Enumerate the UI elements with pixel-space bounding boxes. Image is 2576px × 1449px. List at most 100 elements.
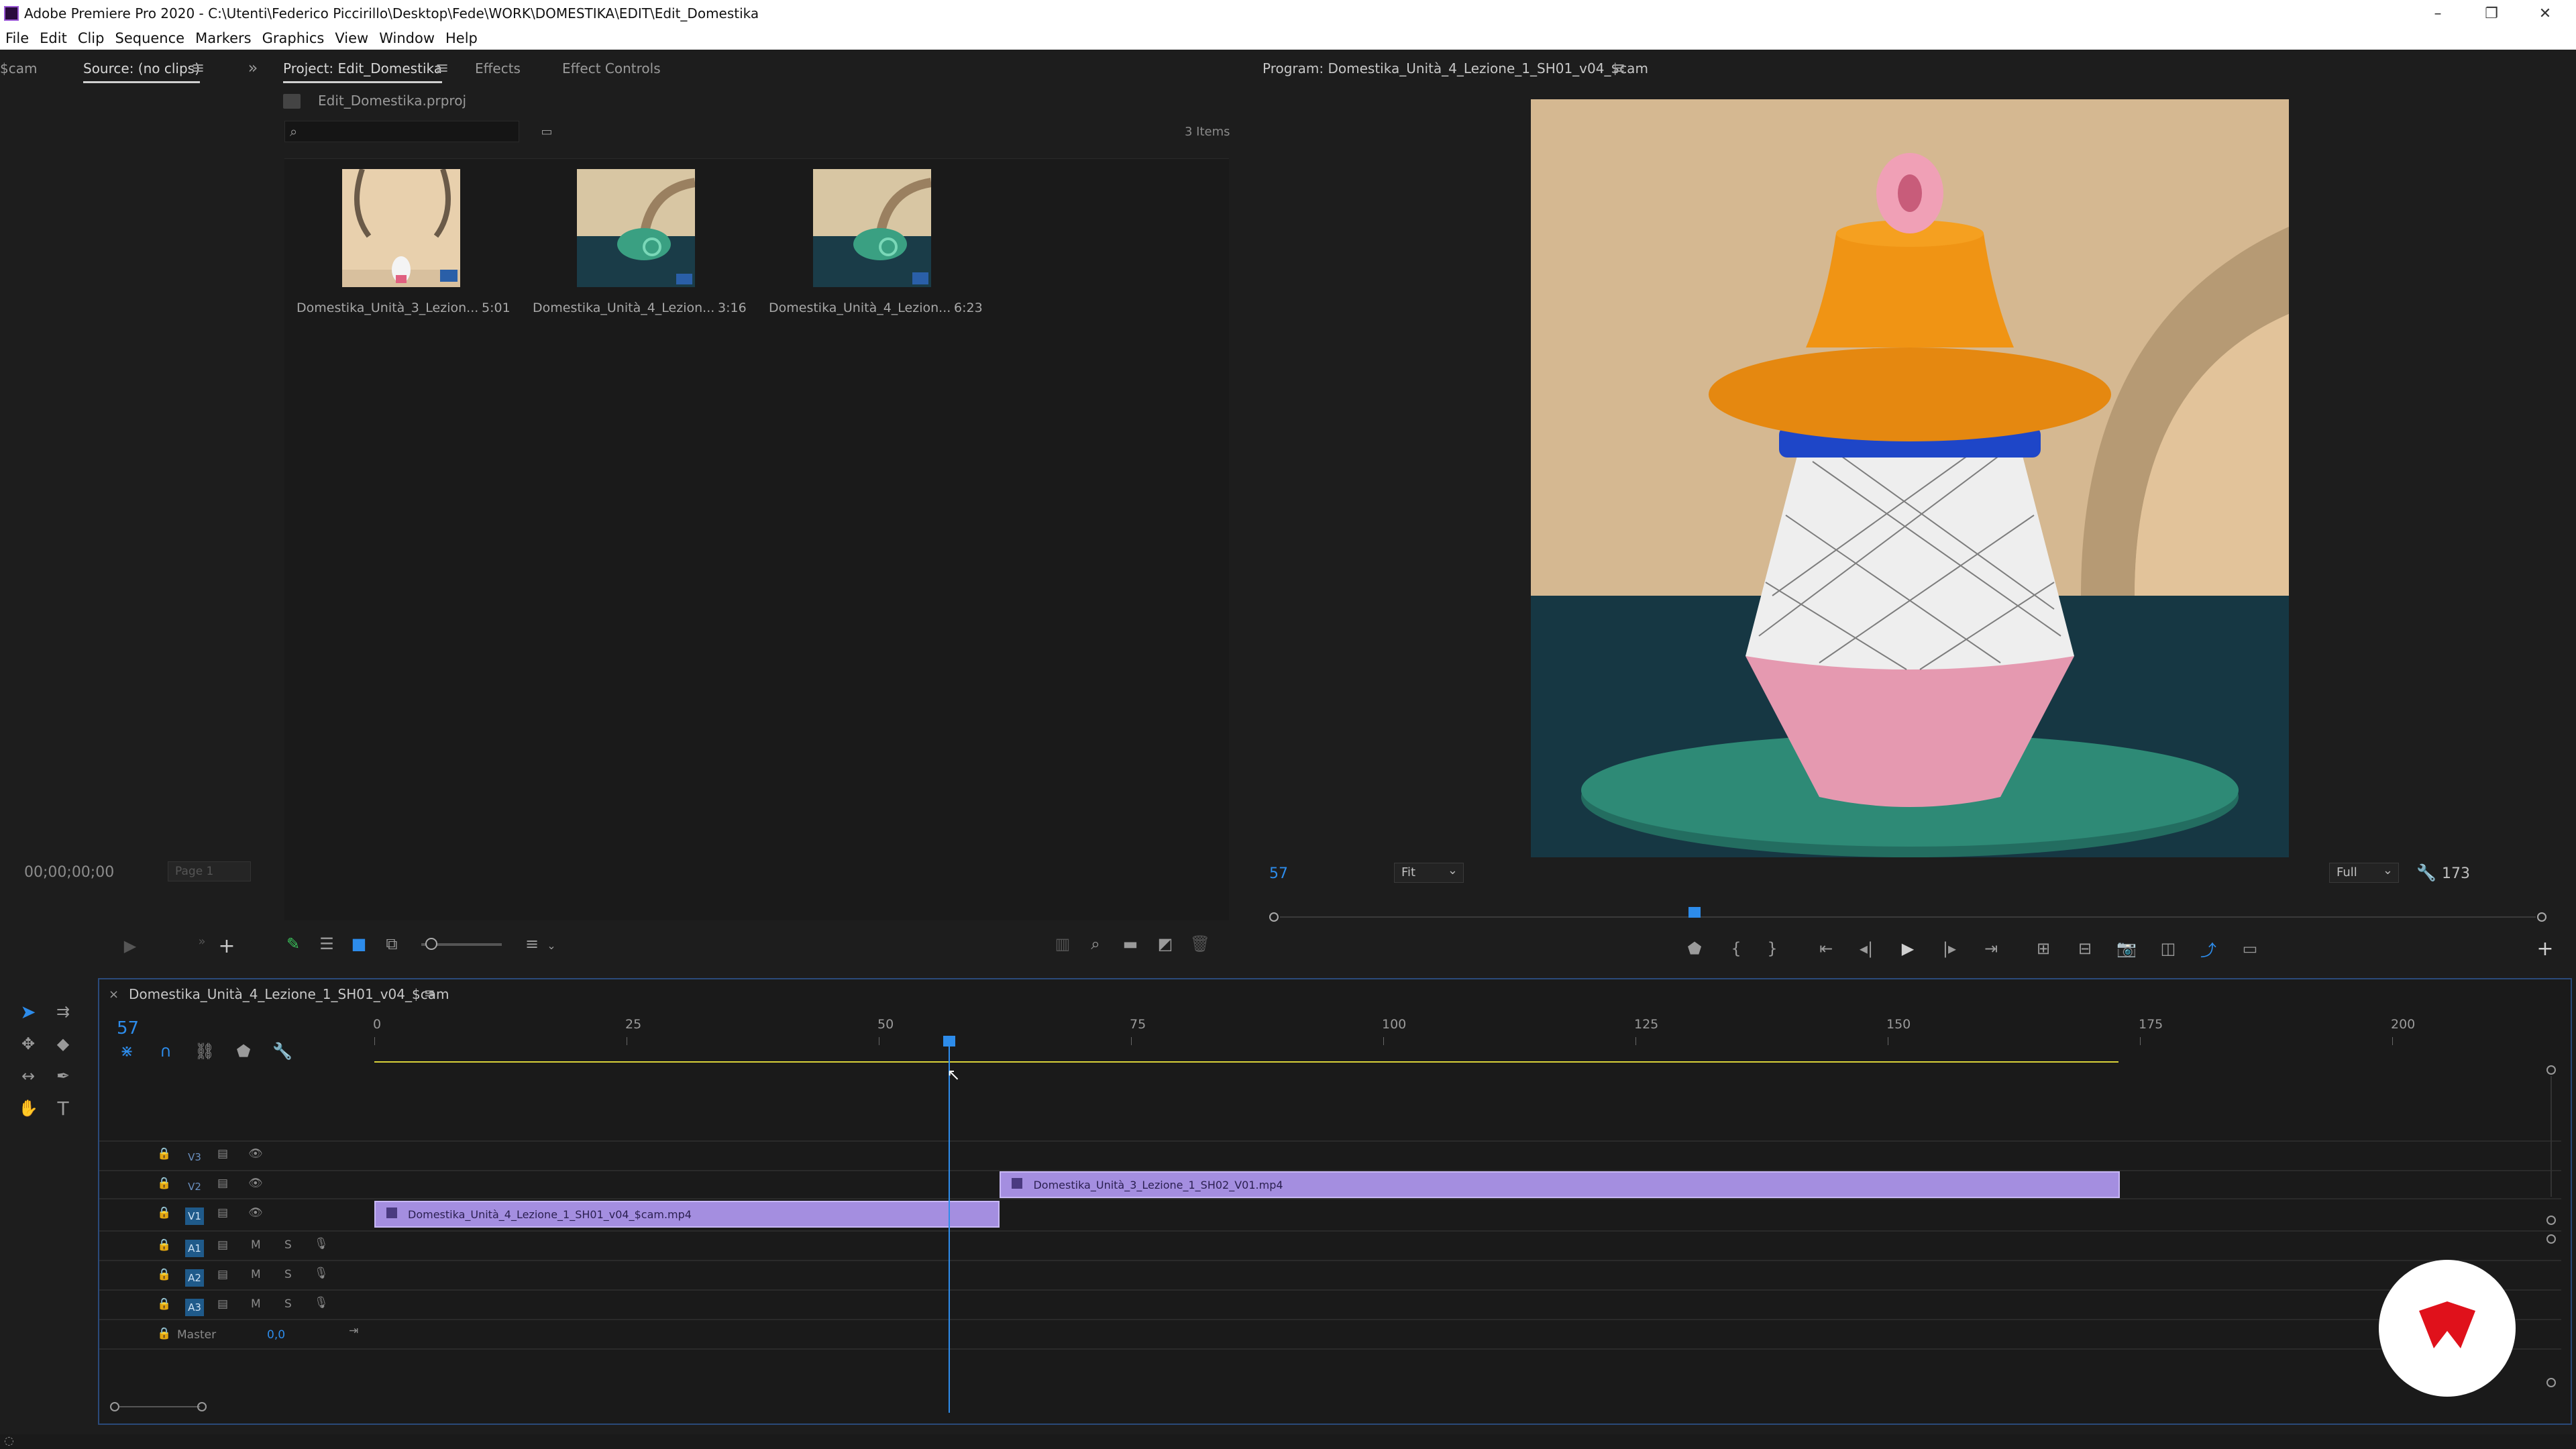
find-icon[interactable]: ⌕ bbox=[1085, 934, 1106, 954]
close-button[interactable]: ✕ bbox=[2522, 0, 2568, 27]
freeform-view-icon[interactable]: ⧉ bbox=[381, 934, 402, 954]
project-item-thumbnail[interactable] bbox=[342, 169, 460, 287]
track-label-a2[interactable]: A2 bbox=[185, 1269, 204, 1287]
panel-menu-icon[interactable]: ≡ bbox=[432, 58, 452, 77]
mic-icon[interactable]: 🎙 bbox=[314, 1237, 329, 1250]
sync-lock-icon[interactable]: ▤ bbox=[217, 1147, 228, 1161]
mute-button[interactable]: M bbox=[251, 1268, 261, 1281]
list-view-icon[interactable]: ☰ bbox=[317, 934, 337, 954]
snap-magnet-icon[interactable]: ∩ bbox=[156, 1041, 176, 1061]
track-label-a1[interactable]: A1 bbox=[185, 1240, 204, 1257]
sort-icon[interactable]: ≡ bbox=[522, 934, 542, 954]
project-item-thumbnail[interactable] bbox=[813, 169, 931, 287]
insert-icon[interactable]: ⤴ bbox=[2196, 938, 2220, 960]
go-to-in-icon[interactable]: ⇤ bbox=[1814, 938, 1838, 959]
lock-icon[interactable]: 🔒 bbox=[157, 1268, 171, 1281]
menu-file[interactable]: File bbox=[5, 30, 29, 46]
vscroll-track[interactable] bbox=[2551, 1076, 2552, 1197]
eye-icon[interactable]: 👁 bbox=[248, 1177, 263, 1190]
chevron-down-icon[interactable]: ⌄ bbox=[545, 935, 558, 955]
trash-icon[interactable]: 🗑 bbox=[1190, 934, 1210, 954]
menu-window[interactable]: Window bbox=[379, 30, 435, 46]
wrench-icon[interactable]: 🔧 bbox=[2416, 863, 2436, 883]
tab-source[interactable]: Source: (no clips) bbox=[83, 60, 200, 83]
track-label-v2[interactable]: V2 bbox=[185, 1178, 204, 1195]
wrench-icon[interactable]: 🔧 bbox=[272, 1041, 292, 1061]
add-marker-icon[interactable]: ⬟ bbox=[1684, 938, 1705, 959]
mute-button[interactable]: M bbox=[251, 1238, 261, 1252]
icon-view-icon[interactable]: ■ bbox=[349, 934, 369, 954]
go-to-out-icon[interactable]: ⇥ bbox=[1979, 938, 2003, 959]
timeline-playhead-line[interactable] bbox=[949, 1046, 951, 1413]
track-label-v1[interactable]: V1 bbox=[185, 1208, 204, 1225]
menu-view[interactable]: View bbox=[335, 30, 368, 46]
zoom-select[interactable]: Fit ⌄ bbox=[1394, 863, 1464, 883]
track-label-a3[interactable]: A3 bbox=[185, 1299, 204, 1316]
mic-icon[interactable]: 🎙 bbox=[314, 1296, 329, 1309]
program-playhead[interactable] bbox=[1688, 907, 1701, 918]
tab-effect-controls[interactable]: Effect Controls bbox=[562, 60, 661, 76]
panel-menu-icon[interactable]: ≡ bbox=[188, 58, 208, 77]
step-forward-icon[interactable]: |▸ bbox=[1937, 938, 1962, 959]
play-icon[interactable]: ▶ bbox=[1896, 938, 1920, 959]
menu-graphics[interactable]: Graphics bbox=[262, 30, 325, 46]
timeline-clip-v2[interactable]: Domestika_Unità_3_Lezione_1_SH02_V01.mp4 bbox=[1000, 1171, 2120, 1198]
pencil-icon[interactable]: ✎ bbox=[283, 934, 303, 954]
hscroll-end-handle[interactable] bbox=[197, 1402, 207, 1411]
sync-lock-icon[interactable]: ▤ bbox=[217, 1297, 228, 1311]
track-label-v3[interactable]: V3 bbox=[185, 1148, 204, 1166]
export-frame-icon[interactable]: 📷 bbox=[2114, 938, 2139, 959]
sync-lock-icon[interactable]: ▤ bbox=[217, 1268, 228, 1281]
hscroll-track[interactable] bbox=[119, 1406, 200, 1407]
sync-lock-icon[interactable]: ▤ bbox=[217, 1206, 228, 1220]
menu-clip[interactable]: Clip bbox=[78, 30, 105, 46]
program-current-frame[interactable]: 57 bbox=[1269, 865, 1288, 882]
menu-edit[interactable]: Edit bbox=[40, 30, 67, 46]
automate-to-sequence-icon[interactable]: ▥ bbox=[1052, 934, 1073, 954]
lock-icon[interactable]: 🔒 bbox=[157, 1238, 171, 1252]
lock-icon[interactable]: 🔒 bbox=[157, 1177, 171, 1190]
vscroll-handle-mid[interactable] bbox=[2546, 1216, 2556, 1225]
mark-out-icon[interactable]: } bbox=[1762, 938, 1783, 959]
zoom-slider-handle[interactable] bbox=[425, 938, 437, 950]
sync-lock-icon[interactable]: ▤ bbox=[217, 1177, 228, 1190]
timeline-clip-v1[interactable]: Domestika_Unità_4_Lezione_1_SH01_v04_$ca… bbox=[374, 1201, 1000, 1228]
go-to-end-icon[interactable]: ⇥ bbox=[349, 1324, 358, 1338]
maximize-button[interactable]: ❐ bbox=[2469, 0, 2514, 27]
lock-icon[interactable]: 🔒 bbox=[157, 1206, 171, 1220]
linked-selection-icon[interactable]: ⛓ bbox=[195, 1041, 215, 1061]
extract-icon[interactable]: ⊟ bbox=[2073, 938, 2097, 959]
work-area-bar[interactable] bbox=[374, 1061, 2118, 1063]
nest-toggle-icon[interactable]: ⋇ bbox=[117, 1041, 137, 1061]
razor-tool-icon[interactable]: ◆ bbox=[51, 1032, 75, 1056]
new-bin-icon[interactable]: ▬ bbox=[1120, 934, 1140, 954]
hand-tool-icon[interactable]: ✋ bbox=[16, 1096, 40, 1120]
timeline-ruler[interactable]: 0 25 50 75 100 125 150 175 200 bbox=[373, 1017, 2561, 1046]
new-bin-icon[interactable]: ▭ bbox=[537, 122, 557, 141]
lift-icon[interactable]: ⊞ bbox=[2031, 938, 2055, 959]
mic-icon[interactable]: 🎙 bbox=[314, 1267, 329, 1280]
tab-partial-cam[interactable]: $cam bbox=[0, 60, 37, 76]
add-marker-icon[interactable]: ⬟ bbox=[233, 1041, 254, 1061]
menu-sequence[interactable]: Sequence bbox=[115, 30, 184, 46]
track-select-tool-icon[interactable]: ⇉ bbox=[51, 1000, 75, 1024]
hscroll-start-handle[interactable] bbox=[110, 1402, 119, 1411]
type-tool-icon[interactable]: T bbox=[51, 1096, 75, 1120]
sync-lock-icon[interactable]: ▤ bbox=[217, 1238, 228, 1252]
slip-tool-icon[interactable]: ↔ bbox=[16, 1064, 40, 1088]
new-item-icon[interactable]: ◩ bbox=[1155, 934, 1175, 954]
selection-tool-icon[interactable]: ➤ bbox=[16, 1000, 40, 1024]
menu-markers[interactable]: Markers bbox=[195, 30, 252, 46]
pen-tool-icon[interactable]: ✒ bbox=[51, 1064, 75, 1088]
panel-menu-icon[interactable]: ≡ bbox=[424, 985, 435, 1001]
tab-program[interactable]: Program: Domestika_Unità_4_Lezione_1_SH0… bbox=[1263, 60, 1648, 76]
comparison-view-icon[interactable]: ◫ bbox=[2156, 938, 2180, 959]
lock-icon[interactable]: 🔒 bbox=[157, 1297, 171, 1311]
vscroll-handle-top[interactable] bbox=[2546, 1065, 2556, 1075]
eye-icon[interactable]: 👁 bbox=[248, 1147, 263, 1161]
step-back-icon[interactable]: ◂| bbox=[1854, 938, 1878, 959]
scrub-end-handle[interactable] bbox=[2537, 912, 2546, 922]
page-select[interactable]: Page 1 bbox=[168, 861, 251, 881]
solo-button[interactable]: S bbox=[284, 1238, 292, 1252]
ripple-edit-tool-icon[interactable]: ✥ bbox=[16, 1032, 40, 1056]
